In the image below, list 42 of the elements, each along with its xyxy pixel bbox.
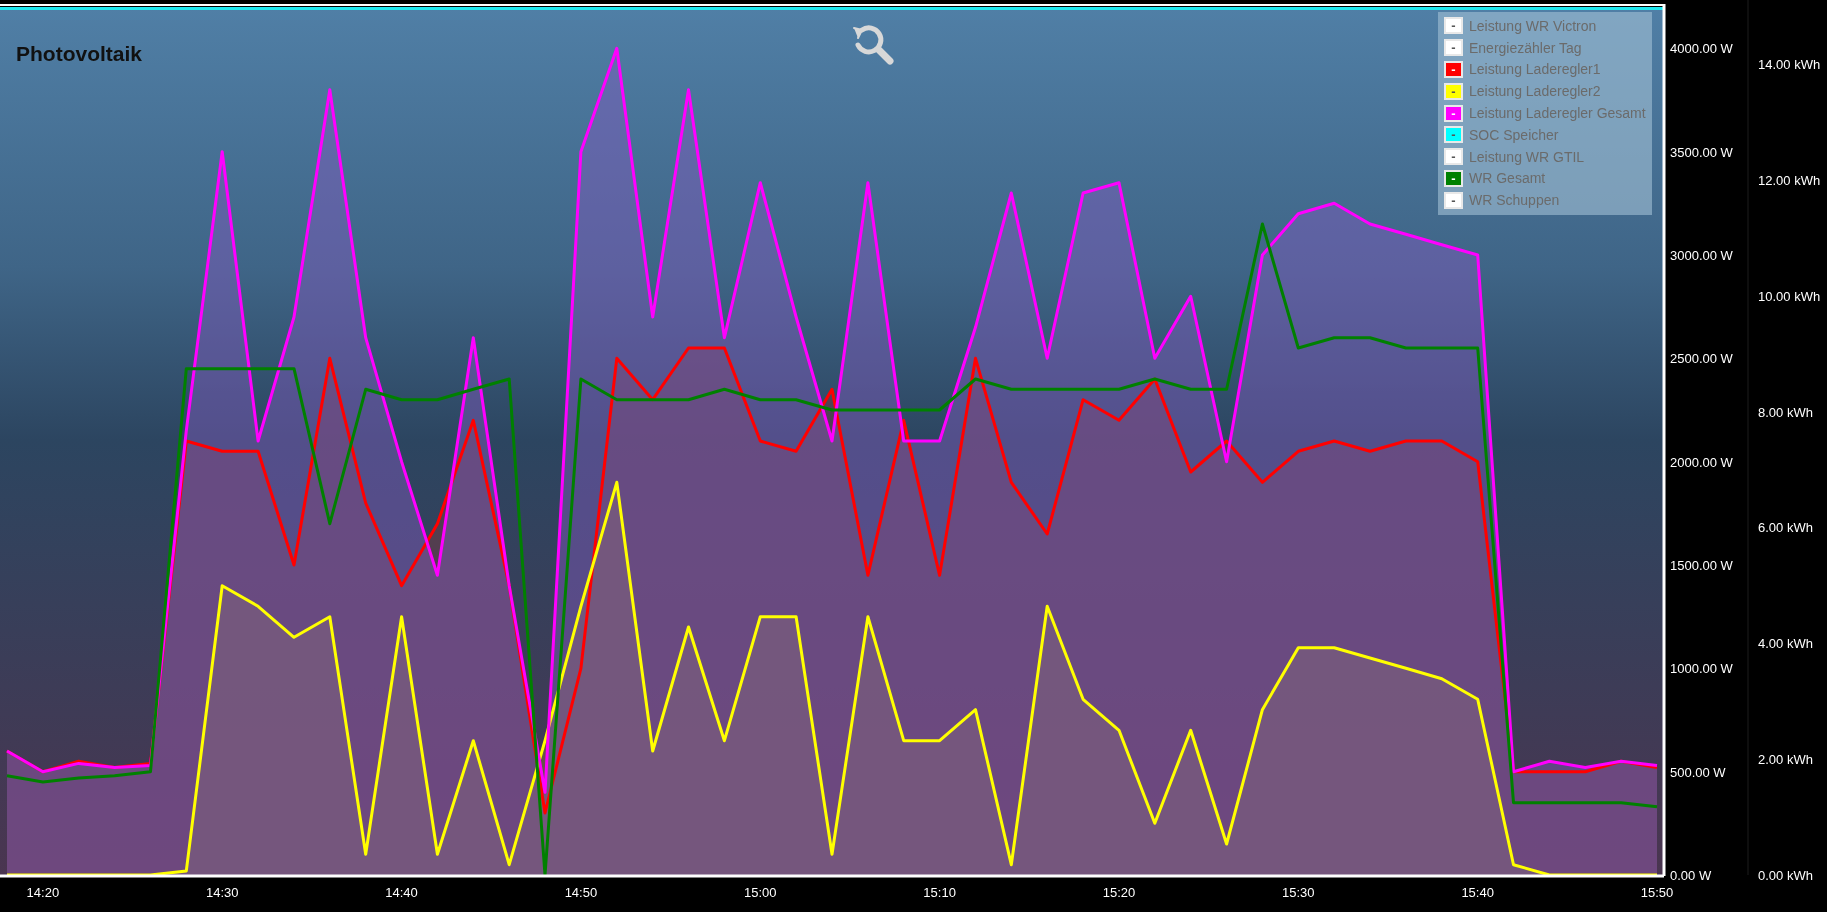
- y2-axis-label: 6.00 kWh: [1758, 520, 1813, 536]
- y2-axis-label: 2.00 kWh: [1758, 752, 1813, 768]
- chart-title: Photovoltaik: [16, 42, 142, 66]
- y2-axis-label: 4.00 kWh: [1758, 636, 1813, 652]
- x-axis-label: 15:40: [1461, 885, 1494, 900]
- y2-axis-label: 12.00 kWh: [1758, 172, 1821, 188]
- y-axis-label: 3500.00 W: [1670, 144, 1733, 160]
- y-axis-label: 2000.00 W: [1670, 454, 1733, 470]
- legend-label[interactable]: Leistung Laderegler2: [1469, 83, 1601, 100]
- x-axis-label: 15:00: [744, 885, 777, 900]
- legend-label[interactable]: Leistung Laderegler Gesamt: [1469, 105, 1646, 122]
- reset-zoom-icon[interactable]: [853, 25, 894, 65]
- legend-label[interactable]: Leistung WR Victron: [1469, 17, 1597, 34]
- legend-label[interactable]: WR Schuppen: [1469, 192, 1560, 209]
- y-axis-label: 500.00 W: [1670, 764, 1726, 780]
- legend-swatch[interactable]: -: [1444, 148, 1463, 166]
- x-axis-label: 14:20: [26, 885, 60, 900]
- legend-swatch[interactable]: -: [1444, 126, 1463, 144]
- y2-axis-label: 10.00 kWh: [1758, 288, 1821, 304]
- y2-axis-label: 0.00 kWh: [1758, 868, 1813, 883]
- y-axis-label: 2500.00 W: [1670, 351, 1733, 367]
- legend-label[interactable]: Leistung WR GTIL: [1469, 148, 1585, 165]
- x-axis-label: 15:20: [1102, 885, 1136, 900]
- legend-label[interactable]: SOC Speicher: [1469, 126, 1559, 143]
- x-axis-label: 15:50: [1640, 885, 1674, 900]
- y-axis-label: 3000.00 W: [1670, 248, 1733, 263]
- legend-label[interactable]: Energiezähler Tag: [1469, 39, 1582, 56]
- x-axis-label: 15:30: [1282, 885, 1315, 900]
- y2-axis-label: 14.00 kWh: [1758, 57, 1821, 72]
- y2-axis-label: 8.00 kWh: [1758, 404, 1813, 420]
- legend-swatch[interactable]: -: [1444, 17, 1463, 35]
- x-axis-label: 14:50: [564, 885, 598, 900]
- y-axis-label: 4000.00 W: [1670, 41, 1733, 57]
- y-axis-label: 0.00 W: [1670, 868, 1712, 883]
- x-axis-label: 15:10: [923, 885, 956, 900]
- legend-label[interactable]: Leistung Laderegler1: [1469, 61, 1601, 78]
- y-axis-label: 1500.00 W: [1670, 558, 1733, 573]
- x-axis-label: 14:40: [385, 885, 418, 900]
- legend-label[interactable]: WR Gesamt: [1469, 170, 1546, 187]
- y-axis-label: 1000.00 W: [1670, 661, 1733, 677]
- x-axis-label: 14:30: [205, 885, 239, 900]
- legend-swatch[interactable]: -: [1444, 39, 1463, 57]
